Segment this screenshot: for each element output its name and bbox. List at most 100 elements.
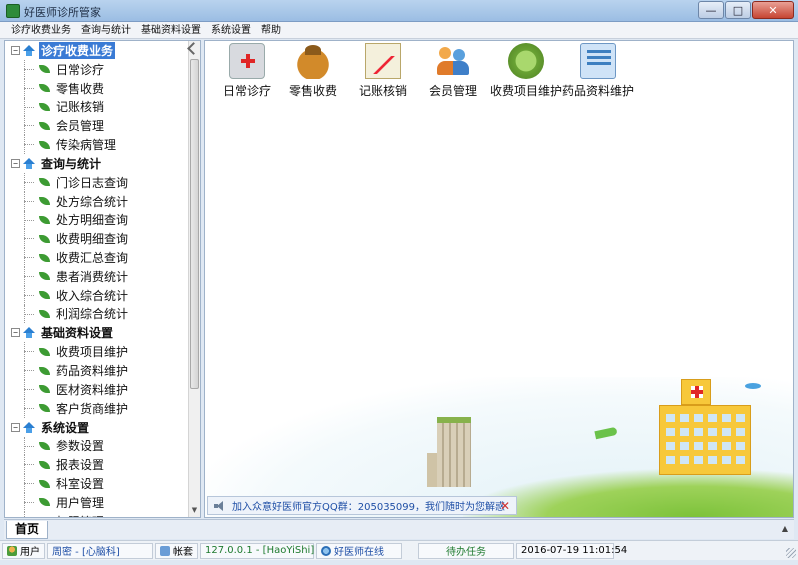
tree-item[interactable]: 处方明细查询: [5, 210, 189, 230]
leaf-icon: [39, 498, 50, 507]
tree-item[interactable]: 用户管理: [5, 492, 189, 512]
tree-item[interactable]: 参数设置: [5, 436, 189, 456]
tree-item[interactable]: 客户货商维护: [5, 398, 189, 418]
tree-item[interactable]: 收费汇总查询: [5, 248, 189, 267]
window-controls: — □ ✕: [698, 1, 794, 19]
module-retail-billing[interactable]: 零售收费: [277, 43, 349, 97]
leaf-icon: [39, 460, 50, 469]
module-ledger-writeoff[interactable]: 记账核销: [347, 43, 419, 97]
drug-data-icon: [580, 43, 616, 79]
tree-item[interactable]: 记账核销: [5, 97, 189, 117]
tree-item-label: 报表设置: [56, 458, 105, 473]
menu-treatment-billing[interactable]: 诊疗收费业务: [6, 22, 76, 38]
tree-item[interactable]: 利润综合统计: [5, 304, 189, 324]
status-datetime: 2016-07-19 11:01:54: [516, 542, 627, 559]
tree-item[interactable]: 会员管理: [5, 116, 189, 135]
module-label: 收费项目维护: [489, 84, 562, 98]
status-account: 帐套: [155, 542, 198, 559]
notice-close-button[interactable]: ✕: [500, 499, 510, 513]
pin-icon[interactable]: [187, 42, 200, 55]
tree-group-label: 查询与统计: [41, 156, 102, 171]
module-label: 药品资料维护: [561, 84, 634, 98]
resize-grip-icon[interactable]: [786, 548, 796, 558]
menu-system-settings[interactable]: 系统设置: [206, 22, 256, 38]
tree-item[interactable]: 科室设置: [5, 474, 189, 493]
fee-items-icon: [508, 43, 544, 79]
status-account-label: 帐套: [173, 547, 193, 558]
collapse-icon[interactable]: −: [11, 46, 20, 55]
tree-group-label: 诊疗收费业务: [39, 42, 116, 59]
tree-item[interactable]: 日常诊疗: [5, 60, 189, 79]
collapse-icon[interactable]: −: [11, 328, 20, 338]
home-folder-icon: [23, 157, 35, 169]
status-account-value: 127.0.0.1 - [HaoYiShi]: [200, 542, 314, 559]
tree-item-label: 收入综合统计: [56, 288, 129, 303]
tab-home[interactable]: 首页: [6, 521, 48, 539]
tree-item-label: 参数设置: [56, 439, 105, 454]
tree-scrollbar[interactable]: ▼: [187, 41, 200, 517]
tree-item[interactable]: 药品资料维护: [5, 361, 189, 380]
window-title: 好医师诊所管家: [24, 6, 101, 19]
maximize-button[interactable]: □: [725, 1, 751, 19]
tree-item-label: 权限管理: [56, 513, 104, 517]
tab-scroll-up-icon[interactable]: ▲: [778, 522, 792, 536]
title-bar: 好医师诊所管家 — □ ✕: [0, 0, 798, 22]
tree-item[interactable]: 处方综合统计: [5, 191, 189, 211]
tree-item-label: 收费项目维护: [56, 345, 129, 360]
tree-group[interactable]: − 系统设置: [5, 418, 189, 437]
menu-basic-data[interactable]: 基础资料设置: [136, 22, 206, 38]
tree-item-label: 处方明细查询: [56, 213, 129, 228]
tree-item[interactable]: 患者消费统计: [5, 266, 189, 286]
leaf-icon: [39, 347, 50, 356]
module-label: 日常诊疗: [222, 84, 271, 98]
tree-item-label: 医材资料维护: [56, 382, 129, 397]
module-drug-data[interactable]: 药品资料维护: [561, 43, 635, 97]
scroll-down-icon[interactable]: ▼: [189, 503, 200, 517]
collapse-icon[interactable]: −: [11, 158, 20, 168]
home-folder-icon: [23, 327, 35, 339]
tree-group[interactable]: − 诊疗收费业务: [5, 41, 189, 60]
close-icon: ✕: [768, 3, 778, 17]
app-logo-icon: [6, 4, 20, 18]
hospital-building: [659, 405, 751, 475]
leaf-icon: [39, 215, 50, 224]
online-link[interactable]: 好医师在线: [316, 542, 402, 559]
module-fee-items[interactable]: 收费项目维护: [489, 43, 563, 97]
maximize-icon: □: [732, 3, 744, 17]
main-workspace: 日常诊疗 零售收费 记账核销 会员管理 收费项目维护 药品资料维护 加入众意好医…: [204, 40, 794, 518]
tree-group-label: 系统设置: [41, 420, 90, 435]
tree-group[interactable]: − 基础资料设置: [5, 323, 189, 342]
home-folder-icon: [23, 45, 35, 56]
status-user-value: 周密 - [心脑科]: [47, 542, 153, 559]
pending-tasks-button[interactable]: 待办任务: [418, 542, 514, 559]
tree-scroll-thumb[interactable]: [190, 59, 199, 389]
minimize-button[interactable]: —: [698, 1, 724, 19]
tree-item[interactable]: 零售收费: [5, 78, 189, 98]
home-folder-icon: [23, 421, 35, 433]
tree-item-label: 处方综合统计: [56, 194, 129, 209]
module-label: 记账核销: [358, 84, 407, 98]
tree-item[interactable]: 权限管理: [5, 511, 189, 517]
status-user: 用户: [2, 542, 45, 559]
notice-text[interactable]: 加入众意好医师官方QQ群：205035099，我们随时为您解惑: [232, 498, 505, 513]
tree-item-label: 记账核销: [56, 100, 105, 115]
tree-item[interactable]: 医材资料维护: [5, 379, 189, 399]
menu-help[interactable]: 帮助: [256, 22, 286, 38]
collapse-icon[interactable]: −: [11, 422, 20, 432]
tree-group-label: 基础资料设置: [41, 326, 114, 341]
tree-item[interactable]: 收费明细查询: [5, 229, 189, 248]
menu-query-stats[interactable]: 查询与统计: [76, 22, 136, 38]
leaf-icon: [39, 385, 50, 394]
tree-item[interactable]: 传染病管理: [5, 135, 189, 154]
tree-item[interactable]: 收费项目维护: [5, 342, 189, 361]
tree-item[interactable]: 收入综合统计: [5, 285, 189, 305]
tree-item[interactable]: 门诊日志查询: [5, 172, 189, 192]
tree-group[interactable]: − 查询与统计: [5, 154, 189, 173]
close-button[interactable]: ✕: [752, 1, 794, 19]
tree-item[interactable]: 报表设置: [5, 455, 189, 474]
module-daily-treatment[interactable]: 日常诊疗: [211, 43, 283, 97]
tree-item-label: 门诊日志查询: [56, 175, 129, 190]
module-member-management[interactable]: 会员管理: [417, 43, 489, 97]
leaf-icon: [39, 291, 50, 300]
account-icon: [160, 545, 170, 556]
